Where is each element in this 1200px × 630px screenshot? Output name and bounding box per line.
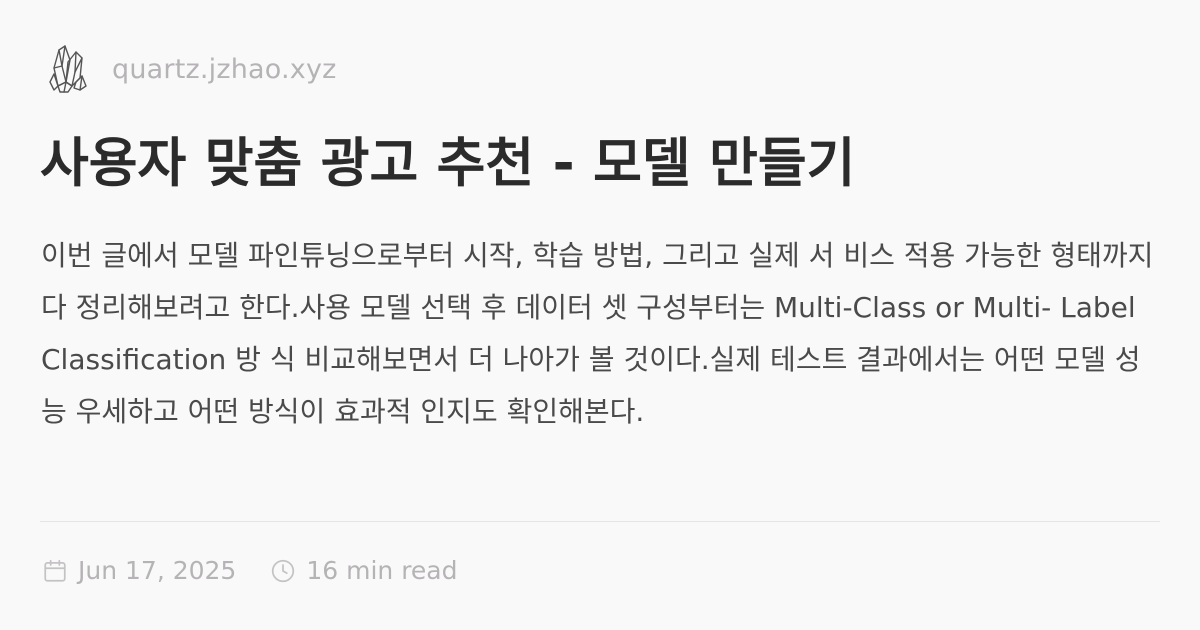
reading-time-meta: 16 min read <box>270 556 458 585</box>
clock-icon <box>272 559 295 582</box>
og-card: quartz.jzhao.xyz 사용자 맞춤 광고 추천 - 모델 만들기 이… <box>0 0 1200 630</box>
site-header[interactable]: quartz.jzhao.xyz <box>46 42 337 96</box>
calendar-icon <box>44 559 66 582</box>
divider <box>40 521 1160 522</box>
page-title: 사용자 맞춤 광고 추천 - 모델 만들기 <box>40 133 856 194</box>
crystal-cluster-icon <box>49 45 87 93</box>
date-meta: Jun 17, 2025 <box>42 556 236 585</box>
reading-time: 16 min read <box>306 556 458 585</box>
post-date: Jun 17, 2025 <box>78 556 237 585</box>
post-meta: Jun 17, 2025 16 min read <box>42 556 458 585</box>
site-name[interactable]: quartz.jzhao.xyz <box>112 54 337 85</box>
page-description: 이번 글에서 모델 파인튜닝으로부터 시작, 학습 방법, 그리고 실제 서 비… <box>41 239 1154 428</box>
